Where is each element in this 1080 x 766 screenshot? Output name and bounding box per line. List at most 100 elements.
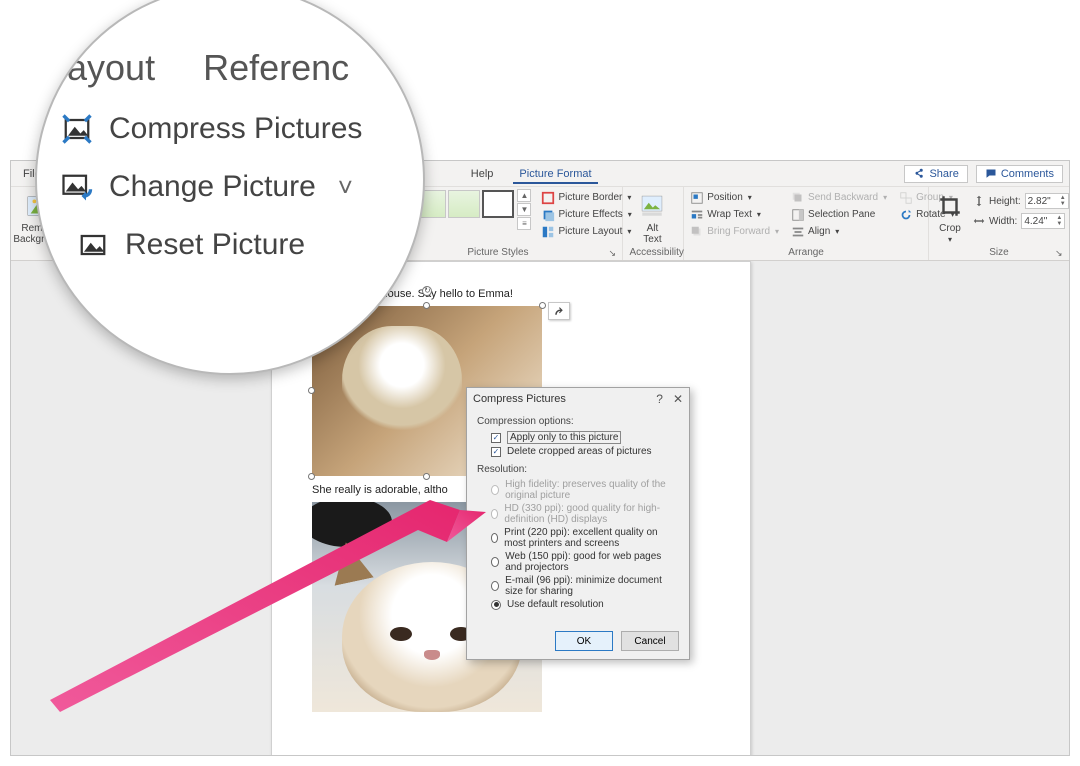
gallery-down-icon[interactable]: ▼	[517, 203, 531, 216]
res-default-radio[interactable]: Use default resolution	[477, 598, 679, 611]
rotation-handle[interactable]	[422, 286, 432, 296]
send-backward-button: Send Backward▾	[791, 189, 887, 206]
picture-layout-label: Picture Layout	[558, 223, 622, 240]
resize-handle[interactable]	[423, 473, 430, 480]
resize-handle[interactable]	[308, 387, 315, 394]
resize-handle[interactable]	[423, 302, 430, 309]
picture-effects-icon	[541, 208, 555, 222]
dialog-cancel-button[interactable]: Cancel	[621, 631, 679, 651]
picture-effects-button[interactable]: Picture Effects▾	[541, 206, 631, 223]
compress-pictures-dialog: Compress Pictures ? ✕ Compression option…	[466, 387, 690, 660]
zoom-compress-pictures: Compress Pictures	[59, 111, 421, 147]
position-icon	[690, 191, 704, 205]
picture-layout-button[interactable]: Picture Layout▾	[541, 223, 631, 240]
resize-handle[interactable]	[308, 473, 315, 480]
gallery-up-icon[interactable]: ▲	[517, 189, 531, 202]
picture-border-icon	[541, 191, 555, 205]
res-email-radio[interactable]: E-mail (96 ppi): minimize document size …	[477, 574, 679, 598]
layout-options-icon	[552, 305, 566, 317]
res-web-label: Web (150 ppi): good for web pages and pr…	[505, 551, 679, 573]
width-spinner[interactable]: 4.24" ▲▼	[1021, 213, 1065, 229]
rotate-icon	[899, 208, 913, 222]
bring-forward-button: Bring Forward▾	[690, 223, 779, 240]
size-dialog-launcher[interactable]: ↘	[1055, 248, 1065, 258]
reset-picture-icon	[75, 227, 111, 263]
res-web-radio[interactable]: Web (150 ppi): good for web pages and pr…	[477, 550, 679, 574]
picture-layout-icon	[541, 225, 555, 239]
zoom-tab-layout: ayout	[67, 47, 155, 89]
apply-only-label: Apply only to this picture	[507, 431, 621, 444]
tab-picture-format[interactable]: Picture Format	[513, 164, 597, 184]
gallery-expand-icon[interactable]: ≡	[517, 217, 531, 230]
tab-help[interactable]: Help	[465, 164, 500, 184]
document-text: n the house. Say hello to Emma!	[354, 288, 710, 300]
radio-icon	[491, 509, 498, 519]
position-label: Position	[707, 189, 743, 206]
group-size-label: Size	[935, 246, 1063, 260]
compress-pictures-icon	[59, 111, 95, 147]
selection-pane-button[interactable]: Selection Pane	[791, 206, 887, 223]
send-backward-label: Send Backward	[808, 189, 878, 206]
height-icon	[973, 195, 985, 207]
selection-pane-label: Selection Pane	[808, 206, 875, 223]
radio-icon[interactable]	[491, 533, 498, 543]
selection-pane-icon	[791, 208, 805, 222]
picture-border-button[interactable]: Picture Border▾	[541, 189, 631, 206]
res-default-label: Use default resolution	[507, 599, 604, 610]
delete-cropped-label: Delete cropped areas of pictures	[507, 446, 652, 457]
radio-icon[interactable]	[491, 581, 499, 591]
wrap-text-label: Wrap Text	[707, 206, 752, 223]
group-icon	[899, 191, 913, 205]
res-hd-radio: HD (330 ppi): good quality for high-defi…	[477, 502, 679, 526]
layout-options-flyout[interactable]	[548, 302, 570, 320]
share-icon	[913, 168, 925, 180]
checkbox-checked-icon[interactable]: ✓	[491, 433, 501, 443]
picture-styles-dialog-launcher[interactable]: ↘	[608, 248, 618, 258]
wrap-text-button[interactable]: Wrap Text▾	[690, 206, 779, 223]
zoom-reset-picture: Reset Picture	[75, 227, 421, 263]
dialog-title: Compress Pictures	[473, 393, 566, 405]
spin-down-icon[interactable]: ▼	[1056, 221, 1062, 227]
radio-icon	[491, 485, 499, 495]
radio-selected-icon[interactable]	[491, 600, 501, 610]
send-backward-icon	[791, 191, 805, 205]
radio-icon[interactable]	[491, 557, 499, 567]
comments-label: Comments	[1001, 168, 1054, 180]
share-button[interactable]: Share	[904, 165, 967, 183]
dialog-titlebar[interactable]: Compress Pictures ? ✕	[467, 388, 689, 410]
align-button[interactable]: Align▾	[791, 223, 887, 240]
spin-down-icon[interactable]: ▼	[1060, 201, 1066, 207]
position-button[interactable]: Position▾	[690, 189, 779, 206]
zoom-tab-references: Referenc	[203, 47, 349, 89]
dialog-ok-button[interactable]: OK	[555, 631, 613, 651]
dialog-help-button[interactable]: ?	[656, 392, 663, 406]
height-field-row: Height: 2.82" ▲▼	[973, 193, 1069, 209]
wrap-text-icon	[690, 208, 704, 222]
comment-icon	[985, 168, 997, 180]
height-spinner[interactable]: 2.82" ▲▼	[1025, 193, 1069, 209]
resolution-label: Resolution:	[477, 464, 679, 475]
zoom-reset-picture-label: Reset Picture	[125, 228, 305, 262]
resize-handle[interactable]	[539, 302, 546, 309]
height-label: Height:	[989, 196, 1021, 207]
res-print-radio[interactable]: Print (220 ppi): excellent quality on mo…	[477, 526, 679, 550]
style-thumb[interactable]	[482, 190, 514, 218]
delete-cropped-checkbox-row[interactable]: ✓ Delete cropped areas of pictures	[477, 445, 679, 458]
bring-forward-icon	[690, 225, 704, 239]
width-field-row: Width: 4.24" ▲▼	[973, 213, 1069, 229]
res-email-label: E-mail (96 ppi): minimize document size …	[505, 575, 679, 597]
gallery-more[interactable]: ▲ ▼ ≡	[517, 189, 531, 230]
style-thumb[interactable]	[448, 190, 480, 218]
res-hd-label: HD (330 ppi): good quality for high-defi…	[504, 503, 679, 525]
comments-button[interactable]: Comments	[976, 165, 1063, 183]
compression-options-label: Compression options:	[477, 416, 679, 427]
zoom-change-picture-label: Change Picture	[109, 170, 316, 204]
alt-text-button[interactable]: Alt Text	[629, 189, 675, 245]
group-size: Crop ▾ Height: 2.82" ▲▼ Width:	[929, 187, 1069, 260]
checkbox-checked-icon[interactable]: ✓	[491, 447, 501, 457]
res-highfidelity-label: High fidelity: preserves quality of the …	[505, 479, 679, 501]
align-label: Align	[808, 223, 830, 240]
apply-only-checkbox-row[interactable]: ✓ Apply only to this picture	[477, 430, 679, 445]
crop-button[interactable]: Crop ▾	[935, 189, 965, 245]
dialog-close-button[interactable]: ✕	[673, 392, 683, 406]
